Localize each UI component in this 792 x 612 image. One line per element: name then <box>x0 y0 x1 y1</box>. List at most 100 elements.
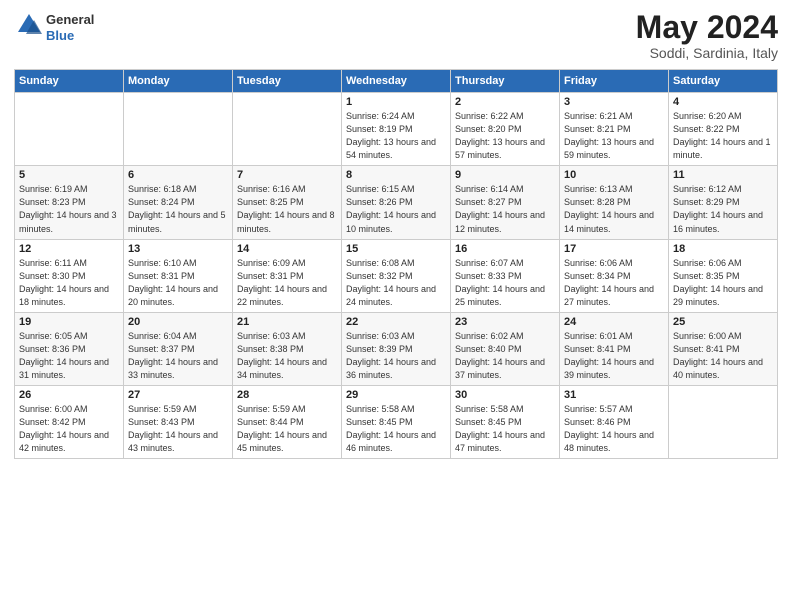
day-number: 27 <box>128 389 228 401</box>
day-info: Sunrise: 6:14 AMSunset: 8:27 PMDaylight:… <box>455 183 555 235</box>
calendar-week-4: 19 Sunrise: 6:05 AMSunset: 8:36 PMDayligh… <box>15 312 778 385</box>
day-number: 18 <box>673 243 773 255</box>
calendar-cell: 8 Sunrise: 6:15 AMSunset: 8:26 PMDaylight… <box>342 166 451 239</box>
day-number: 24 <box>564 316 664 328</box>
day-info: Sunrise: 6:18 AMSunset: 8:24 PMDaylight:… <box>128 183 228 235</box>
day-number: 21 <box>237 316 337 328</box>
day-info: Sunrise: 5:58 AMSunset: 8:45 PMDaylight:… <box>455 403 555 455</box>
day-number: 9 <box>455 169 555 181</box>
day-number: 10 <box>564 169 664 181</box>
calendar-cell: 14 Sunrise: 6:09 AMSunset: 8:31 PMDayligh… <box>233 239 342 312</box>
page: General Blue May 2024 Soddi, Sardinia, I… <box>0 0 792 612</box>
day-number: 4 <box>673 96 773 108</box>
calendar-cell: 11 Sunrise: 6:12 AMSunset: 8:29 PMDayligh… <box>669 166 778 239</box>
day-info: Sunrise: 5:59 AMSunset: 8:43 PMDaylight:… <box>128 403 228 455</box>
month-title: May 2024 <box>636 10 778 45</box>
day-number: 5 <box>19 169 119 181</box>
day-number: 2 <box>455 96 555 108</box>
calendar-cell: 1 Sunrise: 6:24 AMSunset: 8:19 PMDaylight… <box>342 93 451 166</box>
day-number: 25 <box>673 316 773 328</box>
calendar-cell: 20 Sunrise: 6:04 AMSunset: 8:37 PMDayligh… <box>124 312 233 385</box>
day-number: 19 <box>19 316 119 328</box>
calendar-cell: 16Sunrise: 6:07 AMSunset: 8:33 PMDayligh… <box>451 239 560 312</box>
day-info: Sunrise: 6:00 AMSunset: 8:41 PMDaylight:… <box>673 330 773 382</box>
calendar-cell: 13 Sunrise: 6:10 AMSunset: 8:31 PMDayligh… <box>124 239 233 312</box>
calendar-week-3: 12 Sunrise: 6:11 AMSunset: 8:30 PMDayligh… <box>15 239 778 312</box>
day-info: Sunrise: 6:16 AMSunset: 8:25 PMDaylight:… <box>237 183 337 235</box>
day-info: Sunrise: 5:59 AMSunset: 8:44 PMDaylight:… <box>237 403 337 455</box>
day-number: 15 <box>346 243 446 255</box>
day-info: Sunrise: 6:03 AMSunset: 8:38 PMDaylight:… <box>237 330 337 382</box>
calendar-header-row: Sunday Monday Tuesday Wednesday Thursday… <box>15 70 778 93</box>
header: General Blue May 2024 Soddi, Sardinia, I… <box>14 10 778 61</box>
day-number: 23 <box>455 316 555 328</box>
calendar-cell: 15 Sunrise: 6:08 AMSunset: 8:32 PMDayligh… <box>342 239 451 312</box>
day-number: 6 <box>128 169 228 181</box>
day-number: 20 <box>128 316 228 328</box>
day-info: Sunrise: 6:19 AMSunset: 8:23 PMDaylight:… <box>19 183 119 235</box>
calendar-cell: 17 Sunrise: 6:06 AMSunset: 8:34 PMDayligh… <box>560 239 669 312</box>
day-info: Sunrise: 6:20 AMSunset: 8:22 PMDaylight:… <box>673 110 773 162</box>
calendar-cell: 30Sunrise: 5:58 AMSunset: 8:45 PMDayligh… <box>451 385 560 458</box>
logo-blue: Blue <box>46 28 94 44</box>
day-number: 8 <box>346 169 446 181</box>
calendar-cell <box>669 385 778 458</box>
day-number: 11 <box>673 169 773 181</box>
col-sunday: Sunday <box>15 70 124 93</box>
day-info: Sunrise: 6:24 AMSunset: 8:19 PMDaylight:… <box>346 110 446 162</box>
calendar-cell: 22Sunrise: 6:03 AMSunset: 8:39 PMDayligh… <box>342 312 451 385</box>
calendar-cell: 10 Sunrise: 6:13 AMSunset: 8:28 PMDayligh… <box>560 166 669 239</box>
calendar-week-1: 1 Sunrise: 6:24 AMSunset: 8:19 PMDaylight… <box>15 93 778 166</box>
calendar-cell: 5 Sunrise: 6:19 AMSunset: 8:23 PMDaylight… <box>15 166 124 239</box>
location: Soddi, Sardinia, Italy <box>636 45 778 61</box>
day-info: Sunrise: 5:58 AMSunset: 8:45 PMDaylight:… <box>346 403 446 455</box>
day-info: Sunrise: 6:02 AMSunset: 8:40 PMDaylight:… <box>455 330 555 382</box>
day-info: Sunrise: 6:13 AMSunset: 8:28 PMDaylight:… <box>564 183 664 235</box>
day-info: Sunrise: 6:08 AMSunset: 8:32 PMDaylight:… <box>346 257 446 309</box>
day-info: Sunrise: 6:22 AMSunset: 8:20 PMDaylight:… <box>455 110 555 162</box>
logo-icon <box>14 10 44 40</box>
calendar-cell: 9 Sunrise: 6:14 AMSunset: 8:27 PMDaylight… <box>451 166 560 239</box>
day-info: Sunrise: 6:21 AMSunset: 8:21 PMDaylight:… <box>564 110 664 162</box>
day-number: 28 <box>237 389 337 401</box>
calendar-cell: 4 Sunrise: 6:20 AMSunset: 8:22 PMDaylight… <box>669 93 778 166</box>
calendar-cell: 2 Sunrise: 6:22 AMSunset: 8:20 PMDaylight… <box>451 93 560 166</box>
day-info: Sunrise: 6:00 AMSunset: 8:42 PMDaylight:… <box>19 403 119 455</box>
day-info: Sunrise: 6:07 AMSunset: 8:33 PMDaylight:… <box>455 257 555 309</box>
day-info: Sunrise: 6:04 AMSunset: 8:37 PMDaylight:… <box>128 330 228 382</box>
day-info: Sunrise: 6:12 AMSunset: 8:29 PMDaylight:… <box>673 183 773 235</box>
calendar-cell: 3Sunrise: 6:21 AMSunset: 8:21 PMDaylight… <box>560 93 669 166</box>
calendar-cell: 25 Sunrise: 6:00 AMSunset: 8:41 PMDayligh… <box>669 312 778 385</box>
day-info: Sunrise: 6:06 AMSunset: 8:35 PMDaylight:… <box>673 257 773 309</box>
calendar-cell: 6 Sunrise: 6:18 AMSunset: 8:24 PMDaylight… <box>124 166 233 239</box>
day-number: 12 <box>19 243 119 255</box>
col-saturday: Saturday <box>669 70 778 93</box>
calendar-cell: 27 Sunrise: 5:59 AMSunset: 8:43 PMDayligh… <box>124 385 233 458</box>
calendar-cell: 12 Sunrise: 6:11 AMSunset: 8:30 PMDayligh… <box>15 239 124 312</box>
col-monday: Monday <box>124 70 233 93</box>
day-info: Sunrise: 6:06 AMSunset: 8:34 PMDaylight:… <box>564 257 664 309</box>
col-friday: Friday <box>560 70 669 93</box>
day-number: 26 <box>19 389 119 401</box>
calendar-cell: 28 Sunrise: 5:59 AMSunset: 8:44 PMDayligh… <box>233 385 342 458</box>
day-number: 1 <box>346 96 446 108</box>
calendar-cell: 21 Sunrise: 6:03 AMSunset: 8:38 PMDayligh… <box>233 312 342 385</box>
day-number: 14 <box>237 243 337 255</box>
day-info: Sunrise: 6:15 AMSunset: 8:26 PMDaylight:… <box>346 183 446 235</box>
day-info: Sunrise: 6:11 AMSunset: 8:30 PMDaylight:… <box>19 257 119 309</box>
day-info: Sunrise: 6:05 AMSunset: 8:36 PMDaylight:… <box>19 330 119 382</box>
calendar-cell: 29Sunrise: 5:58 AMSunset: 8:45 PMDayligh… <box>342 385 451 458</box>
day-info: Sunrise: 6:01 AMSunset: 8:41 PMDaylight:… <box>564 330 664 382</box>
day-info: Sunrise: 6:10 AMSunset: 8:31 PMDaylight:… <box>128 257 228 309</box>
calendar-cell: 24 Sunrise: 6:01 AMSunset: 8:41 PMDayligh… <box>560 312 669 385</box>
calendar-cell: 7 Sunrise: 6:16 AMSunset: 8:25 PMDaylight… <box>233 166 342 239</box>
day-info: Sunrise: 5:57 AMSunset: 8:46 PMDaylight:… <box>564 403 664 455</box>
calendar-cell: 31Sunrise: 5:57 AMSunset: 8:46 PMDayligh… <box>560 385 669 458</box>
day-number: 13 <box>128 243 228 255</box>
calendar-cell <box>233 93 342 166</box>
calendar-cell <box>124 93 233 166</box>
day-number: 17 <box>564 243 664 255</box>
day-number: 7 <box>237 169 337 181</box>
day-info: Sunrise: 6:09 AMSunset: 8:31 PMDaylight:… <box>237 257 337 309</box>
calendar-week-2: 5 Sunrise: 6:19 AMSunset: 8:23 PMDaylight… <box>15 166 778 239</box>
